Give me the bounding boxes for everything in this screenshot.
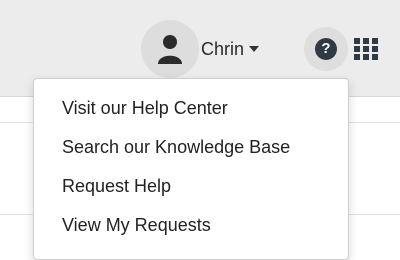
help-dropdown-menu: Visit our Help Center Search our Knowled… [33, 78, 349, 260]
avatar [141, 20, 199, 78]
caret-down-icon [249, 46, 260, 52]
user-icon [158, 35, 182, 64]
question-circle-icon: ? [315, 38, 337, 60]
menu-item-visit-help-center[interactable]: Visit our Help Center [34, 89, 348, 128]
menu-item-view-my-requests[interactable]: View My Requests [34, 206, 348, 245]
menu-item-search-knowledge-base[interactable]: Search our Knowledge Base [34, 128, 348, 167]
user-menu-toggle[interactable]: Chrin [141, 20, 277, 78]
user-name: Chrin [201, 38, 245, 59]
grid-icon[interactable] [354, 38, 378, 60]
help-button[interactable]: ? [304, 27, 348, 71]
menu-item-request-help[interactable]: Request Help [34, 167, 348, 206]
